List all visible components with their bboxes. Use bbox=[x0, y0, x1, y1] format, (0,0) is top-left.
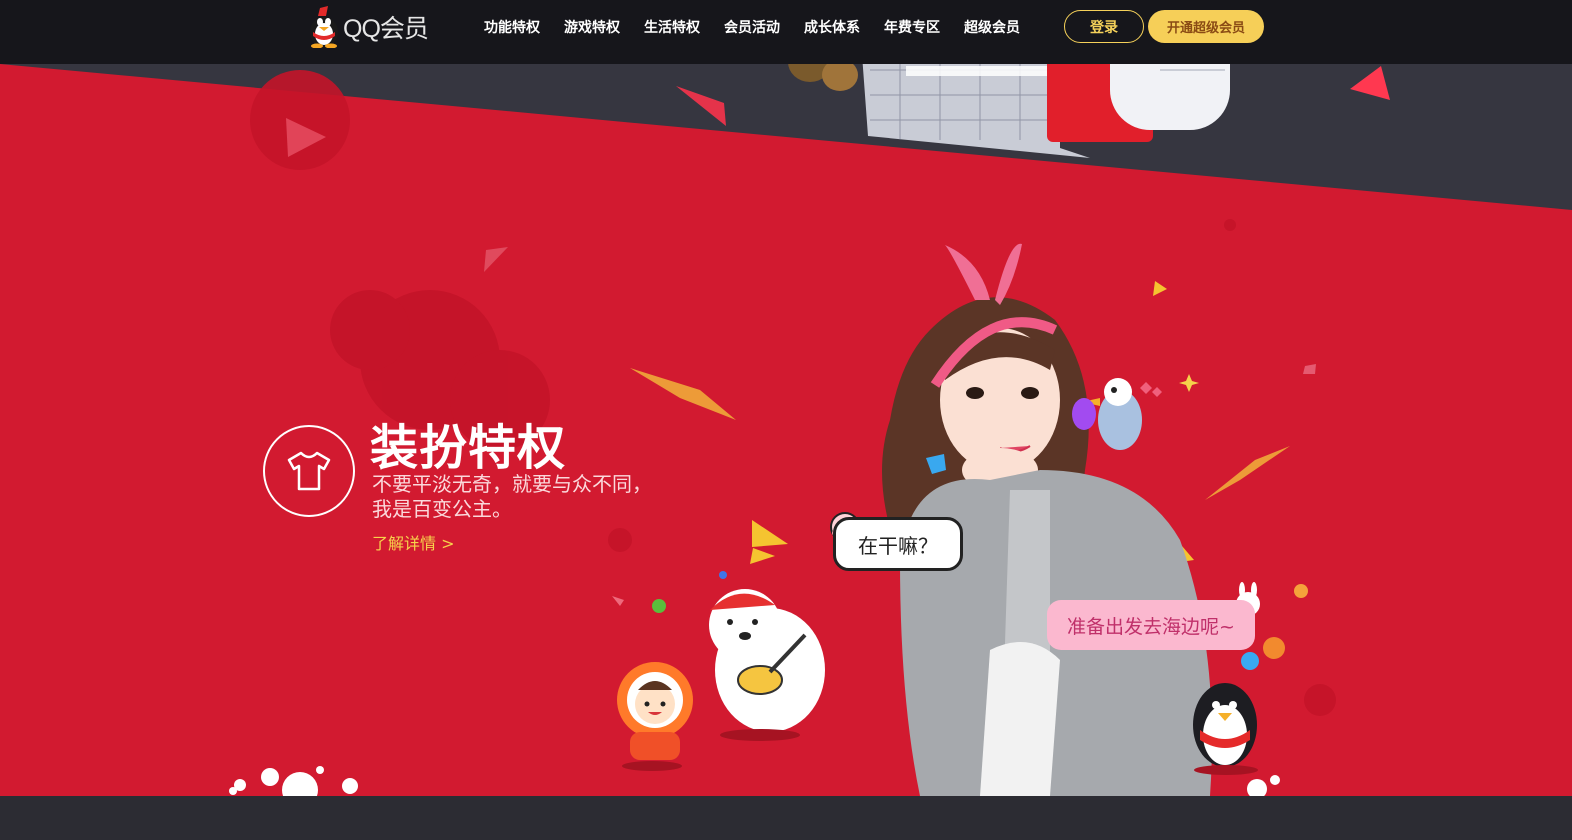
speech-bubble-going-to-beach: 准备出发去海边呢~ bbox=[1047, 600, 1255, 650]
speech-bubble-what-doing: 在干嘛？ bbox=[833, 517, 963, 571]
feature-description: 不要平淡无奇，就要与众不同， 我是百变公主。 bbox=[372, 472, 652, 522]
login-button[interactable]: 登录 bbox=[1064, 10, 1144, 43]
nav-item-life-privileges[interactable]: 生活特权 bbox=[644, 17, 700, 37]
main-nav: 功能特权 游戏特权 生活特权 会员活动 成长体系 年费专区 超级会员 bbox=[472, 0, 1032, 54]
nav-item-game-privileges[interactable]: 游戏特权 bbox=[564, 17, 620, 37]
qq-penguin-icon bbox=[310, 6, 338, 48]
hero-banner bbox=[0, 0, 1572, 796]
nav-item-super-vip[interactable]: 超级会员 bbox=[964, 17, 1020, 37]
nav-item-growth-system[interactable]: 成长体系 bbox=[804, 17, 860, 37]
feature-description-line-2: 我是百变公主。 bbox=[372, 497, 512, 521]
logo-text: QQ会员 bbox=[343, 15, 429, 43]
nav-item-function-privileges[interactable]: 功能特权 bbox=[484, 17, 540, 37]
feature-description-line-1: 不要平淡无奇，就要与众不同， bbox=[372, 472, 652, 496]
learn-more-link[interactable]: 了解详情 > bbox=[372, 530, 455, 554]
feature-title: 装扮特权 bbox=[370, 420, 567, 476]
nav-item-annual-zone[interactable]: 年费专区 bbox=[884, 17, 940, 37]
nav-item-member-events[interactable]: 会员活动 bbox=[724, 17, 780, 37]
qq-vip-logo[interactable]: QQ会员 bbox=[306, 4, 436, 50]
open-super-vip-button[interactable]: 开通超级会员 bbox=[1148, 10, 1264, 43]
top-navigation-bar: QQ会员 功能特权 游戏特权 生活特权 会员活动 成长体系 年费专区 超级会员 … bbox=[0, 0, 1572, 64]
footer-band bbox=[0, 796, 1572, 840]
hero-background bbox=[0, 0, 1572, 796]
tshirt-icon bbox=[287, 451, 331, 491]
feature-icon-circle bbox=[263, 425, 355, 517]
